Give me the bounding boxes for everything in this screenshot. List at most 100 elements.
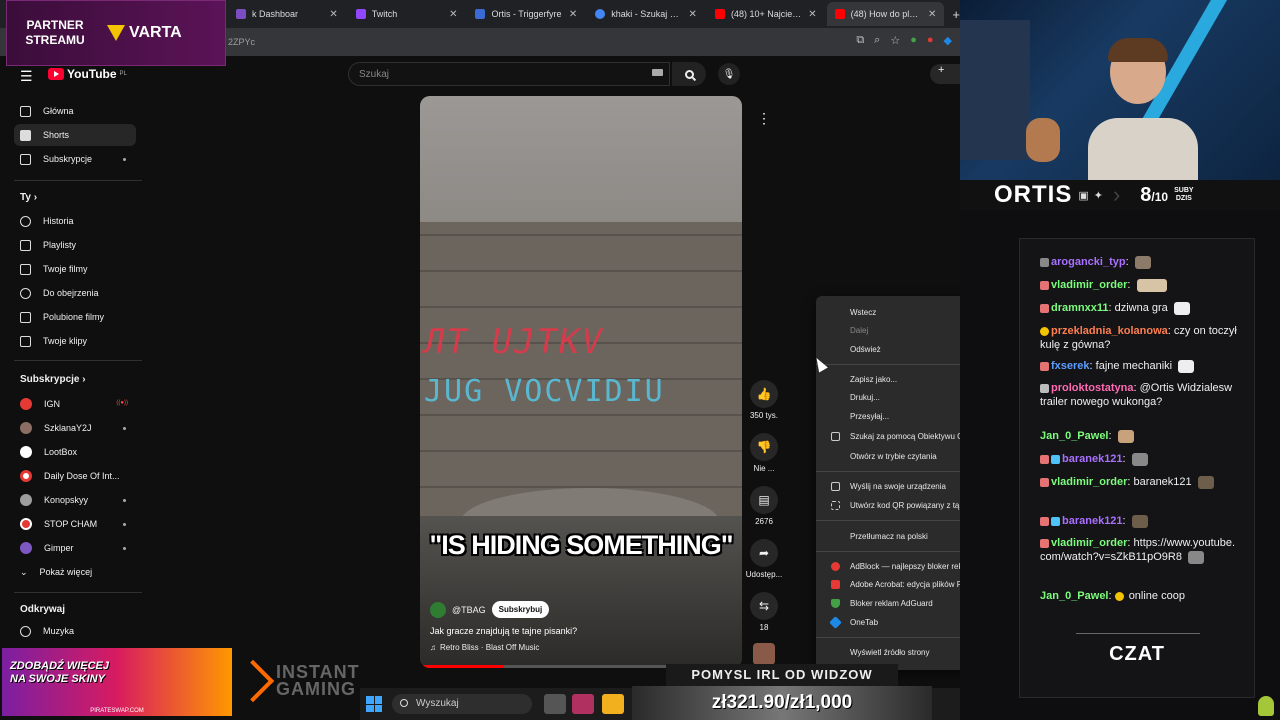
subscription-item[interactable]: Konopskyy [14, 489, 136, 511]
new-tab-button[interactable]: + [952, 7, 960, 22]
graffiti-text: JUG VOCVIDIU [424, 374, 665, 409]
start-tile [374, 704, 382, 712]
live-indicator-icon: ((●)) [116, 400, 128, 406]
sidebar-item-liked[interactable]: Polubione filmy [14, 306, 136, 328]
emote-icon [1134, 255, 1151, 269]
more-options-icon[interactable]: ⋮ [754, 110, 774, 130]
sidebar-item-playlists[interactable]: Playlisty [14, 234, 136, 256]
taskbar-search[interactable]: Wyszukaj [392, 694, 532, 714]
browser-tab-active[interactable]: (48) How do playe ✕ [826, 2, 945, 26]
short-video-player[interactable]: ЛТ UJTKV JUG VOCVIDIU "IS HIDING SOMETHI… [420, 96, 742, 668]
share-button[interactable]: ➦ Udostęp... [744, 539, 784, 579]
windows-start-icon[interactable] [366, 696, 382, 712]
subscription-item[interactable]: Daily Dose Of Int... [14, 465, 136, 487]
sub-goal: /10 [1151, 189, 1169, 204]
close-tab-icon[interactable]: ✕ [808, 9, 816, 20]
file-explorer-icon[interactable] [602, 694, 624, 714]
short-title[interactable]: Jak gracze znajdują te tajne pisanki? [430, 626, 577, 636]
like-button[interactable]: 👍 350 tys. [744, 380, 784, 420]
streamer-info-bar: ORTIS ▣ ✦ › 8/10 SUBY DZIS [960, 180, 1280, 210]
browser-tab[interactable]: k Dashboar ✕ [228, 2, 346, 26]
close-tab-icon[interactable]: ✕ [329, 9, 337, 20]
sidebar-item-subscriptions[interactable]: Subskrypcje [14, 148, 136, 170]
chat-username: baranek121 [1062, 515, 1123, 527]
channel-avatar[interactable] [430, 601, 446, 618]
channel-name: SzklanaY2J [44, 423, 92, 433]
emote-icon [1114, 591, 1124, 601]
sidebar-item-watch-later[interactable]: Do obejrzenia [14, 282, 136, 304]
music-note-icon: ♫ [430, 643, 436, 652]
sidebar-item-home[interactable]: Główna [14, 100, 136, 122]
channel-name: LootBox [44, 447, 78, 457]
subscription-item[interactable]: SzklanaY2J [14, 417, 136, 439]
chat-title: CZAT [1109, 643, 1165, 665]
subscription-item[interactable]: LootBox [14, 441, 136, 463]
adblock-extension-icon[interactable]: ● [927, 34, 934, 47]
history-icon [20, 215, 31, 227]
youtube-wordmark: YouTube [67, 67, 117, 81]
section-header-you[interactable]: Ty › [20, 192, 37, 203]
sidebar-item-your-videos[interactable]: Twoje filmy [14, 258, 136, 280]
close-tab-icon[interactable]: ✕ [569, 9, 577, 20]
promo-headline: ZDOBĄDŹ WIĘCEJ NA SWOJE SKINY [10, 660, 109, 686]
taskbar-app-icon[interactable] [572, 694, 594, 714]
emote-icon [1131, 452, 1148, 466]
youtube-header: ☰ YouTube PL Szukaj 🎙 + [0, 56, 960, 92]
browser-tab[interactable]: Ortis - Triggerfyre ✕ [467, 2, 585, 26]
youtube-logo[interactable]: YouTube PL [48, 67, 127, 81]
webcam-background-shelf [960, 20, 1030, 160]
browser-tab[interactable]: (48) 10+ Najciekawszy ✕ [707, 2, 825, 26]
subscribe-button[interactable]: Subskrybuj [491, 601, 550, 618]
zoom-icon[interactable]: ⌕ [874, 34, 880, 47]
subscription-item[interactable]: IGN ((●)) [14, 393, 136, 415]
chat-badge-icon [1040, 361, 1049, 371]
sidebar-item-music[interactable]: Muzyka [14, 620, 136, 642]
sidebar-item-history[interactable]: Historia [14, 210, 136, 232]
close-tab-icon[interactable]: ✕ [928, 9, 936, 20]
channel-handle[interactable]: @TBAG [452, 605, 486, 615]
home-icon [20, 105, 31, 117]
cast-icon[interactable]: ⧉ [856, 34, 864, 47]
emote-icon [1178, 359, 1195, 373]
partner-label: PARTNER STREAMU [15, 18, 95, 48]
comments-button[interactable]: ▤ 2676 [744, 486, 784, 526]
keyboard-icon[interactable] [652, 69, 663, 76]
close-tab-icon[interactable]: ✕ [449, 9, 457, 20]
menu-icon[interactable]: ☰ [20, 68, 33, 85]
chat-message: baranek121: [1040, 452, 1240, 466]
subscription-item[interactable]: STOP CHAM [14, 513, 136, 535]
chevron-down-icon: ⌄ [20, 566, 28, 577]
tab-favicon [834, 9, 845, 19]
remix-button[interactable]: ⇆ 18 [744, 592, 784, 632]
sidebar-item-shorts[interactable]: Shorts [14, 124, 136, 146]
extension-icon[interactable]: ◆ [944, 34, 952, 47]
show-more-button[interactable]: ⌄ Pokaż więcej [14, 561, 136, 583]
tab-label: Twitch [371, 9, 398, 19]
subscription-item[interactable]: Gimper [14, 537, 136, 559]
browser-tab[interactable]: khaki - Szukaj w Goog ✕ [587, 2, 705, 26]
close-tab-icon[interactable]: ✕ [689, 9, 697, 20]
sidebar-item-label: Twoje filmy [43, 264, 88, 274]
chat-message: fxserek: fajne mechaniki [1040, 359, 1240, 373]
voice-search-button[interactable]: 🎙 [718, 63, 740, 85]
bookmark-star-icon[interactable]: ☆ [890, 34, 900, 47]
extension-icon[interactable]: ● [910, 34, 917, 47]
music-link[interactable]: ♫ Retro Bliss · Blast Off Music [430, 643, 539, 652]
sidebar-item-label: Polubione filmy [43, 312, 105, 322]
channel-avatar [20, 398, 32, 410]
dislike-label: Nie ... [753, 464, 775, 473]
graffiti-text: ЛТ UJTKV [420, 322, 608, 362]
create-button[interactable]: + [930, 64, 960, 84]
task-view-icon[interactable] [544, 694, 566, 714]
search-input[interactable]: Szukaj [348, 62, 670, 86]
sidebar-item-clips[interactable]: Twoje klipy [14, 330, 136, 352]
chat-username: arogancki_typ [1051, 256, 1126, 268]
streamer-name: ORTIS [994, 181, 1073, 208]
dislike-button[interactable]: 👎 Nie ... [744, 433, 784, 473]
section-header-subscriptions[interactable]: Subskrypcje › [20, 374, 86, 385]
new-content-dot [123, 547, 126, 550]
browser-tab[interactable]: Twitch ✕ [348, 2, 466, 26]
sound-thumbnail[interactable] [744, 643, 784, 665]
video-frame-sky [420, 96, 742, 222]
search-button[interactable] [672, 62, 706, 86]
